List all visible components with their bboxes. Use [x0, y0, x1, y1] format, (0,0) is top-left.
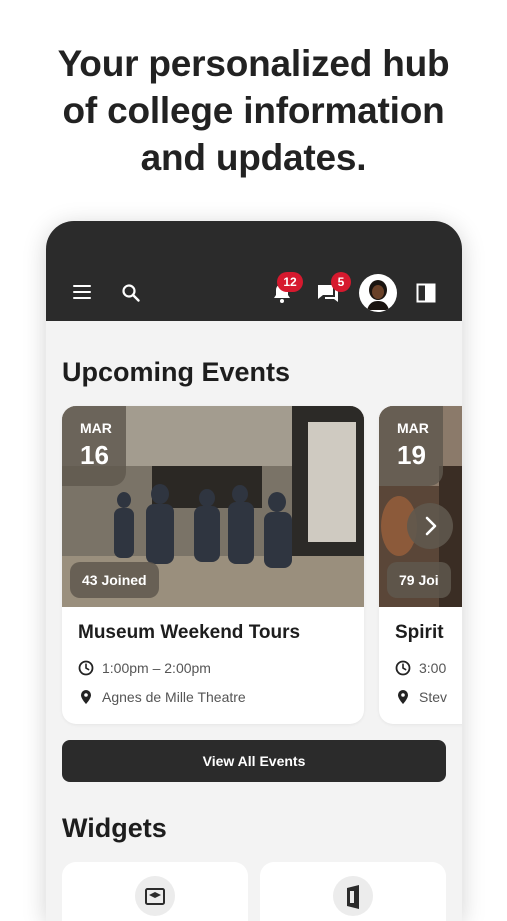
clock-icon	[78, 660, 94, 676]
event-time: 3:00	[419, 660, 447, 676]
headline-line-2: of college information	[62, 90, 445, 131]
event-location: Agnes de Mille Theatre	[102, 689, 246, 705]
headline-line-3: and updates.	[140, 137, 367, 178]
event-title: Spirit	[395, 622, 444, 643]
event-date-badge: MAR 16	[62, 406, 126, 486]
widget-card[interactable]	[260, 862, 446, 921]
panel-icon[interactable]	[416, 283, 436, 303]
event-day: 19	[397, 440, 426, 470]
event-month: MAR	[397, 420, 429, 436]
headline-line-1: Your personalized hub	[57, 43, 450, 84]
event-time: 1:00pm – 2:00pm	[102, 660, 211, 676]
notifications-badge: 12	[277, 272, 303, 292]
widget-card[interactable]	[62, 862, 248, 921]
avatar[interactable]	[359, 274, 397, 312]
joined-count-pill: 79 Joi	[387, 562, 451, 598]
clock-icon	[395, 660, 411, 676]
event-time-row: 1:00pm – 2:00pm	[78, 660, 211, 676]
location-pin-icon	[81, 690, 91, 704]
location-pin-icon	[398, 690, 408, 704]
event-location: Stev	[419, 689, 448, 705]
app-bar: 12 5	[46, 221, 462, 321]
graduation-cap-icon	[145, 888, 165, 905]
section-title-widgets: Widgets	[62, 813, 167, 843]
event-location-row: Agnes de Mille Theatre	[78, 689, 246, 705]
event-photo: MAR 16 43 Joined	[62, 406, 364, 607]
section-title-upcoming-events: Upcoming Events	[62, 357, 291, 387]
joined-count-pill: 43 Joined	[70, 562, 159, 598]
chevron-right-icon	[425, 516, 437, 536]
event-location-row: Stev	[395, 689, 447, 705]
office-icon	[347, 885, 359, 909]
event-month: MAR	[80, 420, 112, 436]
phone-frame: 12 5 Upcoming Events MAR 16 43 Joined Mu…	[46, 221, 462, 921]
search-icon[interactable]	[121, 283, 141, 303]
event-title: Museum Weekend Tours	[78, 622, 301, 643]
event-card[interactable]: MAR 16 43 Joined Museum Weekend Tours 1:…	[62, 406, 364, 724]
event-date-badge: MAR 19	[379, 406, 443, 486]
event-card[interactable]: MAR 19 79 Joi Spirit 3:00 Stev	[379, 406, 462, 724]
menu-icon[interactable]	[73, 285, 91, 299]
messages-badge: 5	[331, 272, 351, 292]
event-time-row: 3:00	[395, 660, 446, 676]
headline: Your personalized hub of college informa…	[0, 40, 507, 181]
event-day: 16	[80, 440, 109, 470]
widget-icon-circle	[333, 876, 373, 916]
view-all-events-button[interactable]: View All Events	[62, 740, 446, 782]
carousel-next-button[interactable]	[407, 503, 453, 549]
widget-icon-circle	[135, 876, 175, 916]
